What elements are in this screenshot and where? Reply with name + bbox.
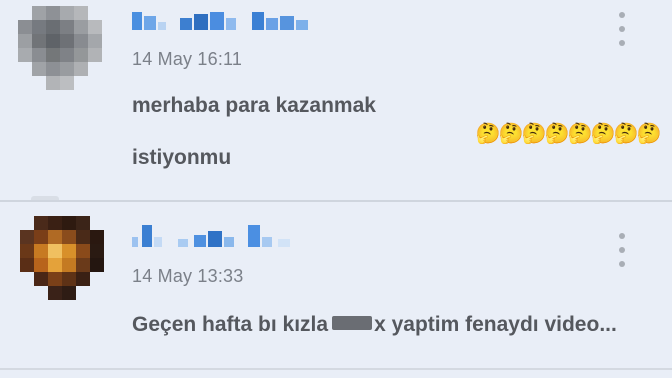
thinking-face-emoji: 🤔: [544, 123, 570, 145]
comment-text-line: merhaba para kazanmak: [132, 94, 376, 117]
username[interactable]: [132, 8, 308, 30]
comment-item: 14 May 13:33 Geçen hafta bı kızla x yapti…: [0, 203, 672, 373]
censor-block: [332, 316, 373, 331]
avatar[interactable]: [18, 6, 102, 90]
thinking-face-emoji: 🤔: [567, 123, 593, 145]
divider: [0, 200, 672, 202]
more-vertical-icon[interactable]: [614, 12, 630, 46]
thinking-face-emoji: 🤔: [636, 123, 662, 145]
comment-text-line: istiyonmu: [132, 146, 232, 169]
comment-timestamp: 14 May 16:11: [132, 49, 243, 69]
comment-text-after-censor: x yaptim fenaydı video...: [374, 313, 617, 336]
comment-text-line: Geçen hafta bı kızla x yaptim fenaydı vid…: [132, 313, 617, 337]
thinking-face-emoji: 🤔: [475, 123, 501, 145]
more-vertical-icon[interactable]: [614, 233, 630, 267]
avatar[interactable]: [20, 216, 104, 300]
username[interactable]: [132, 223, 290, 247]
thinking-face-emoji: 🤔: [590, 123, 616, 145]
thinking-face-emoji: 🤔: [521, 123, 547, 145]
comment-item: 14 May 16:11 merhaba para kazanmak istiy…: [0, 0, 672, 198]
comment-text-before-censor: Geçen hafta bı kızla: [132, 313, 329, 336]
divider: [0, 368, 672, 370]
thinking-face-emoji: 🤔: [498, 123, 524, 145]
emoji-row: 🤔 🤔 🤔 🤔 🤔 🤔 🤔 🤔: [475, 123, 662, 145]
thinking-face-emoji: 🤔: [613, 123, 639, 145]
comment-timestamp: 14 May 13:33: [132, 266, 244, 286]
